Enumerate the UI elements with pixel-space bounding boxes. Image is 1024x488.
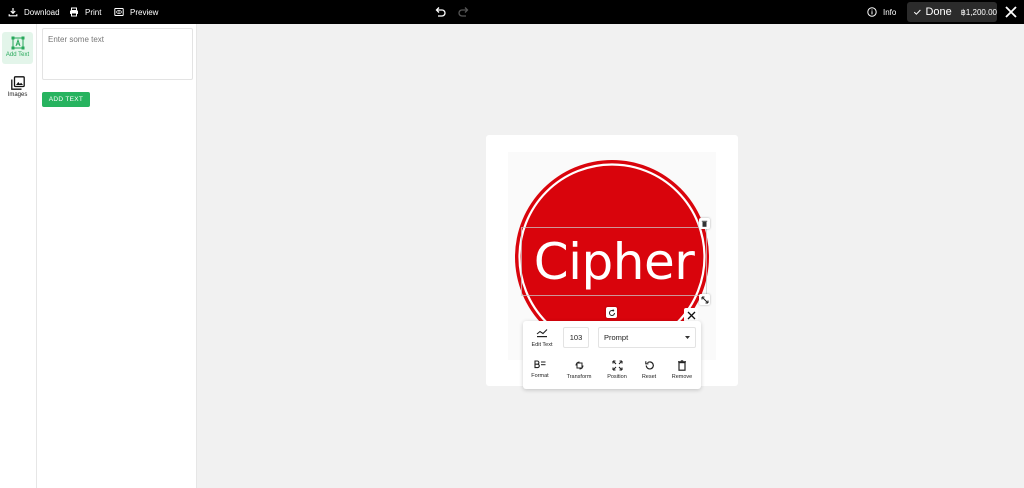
- print-button[interactable]: Print: [69, 0, 101, 24]
- close-icon[interactable]: [1003, 4, 1019, 20]
- font-family-select[interactable]: Prompt: [598, 327, 696, 348]
- remove-button[interactable]: Remove: [669, 360, 695, 380]
- add-text-panel: ADD TEXT: [37, 24, 197, 488]
- info-label: Info: [883, 7, 897, 17]
- download-icon: [8, 8, 18, 17]
- rail-item-images[interactable]: Images: [2, 72, 33, 104]
- text-input[interactable]: [42, 28, 193, 80]
- add-text-icon: [11, 36, 24, 50]
- preview-label: Preview: [130, 7, 159, 17]
- reset-label: Reset: [641, 374, 657, 380]
- remove-label: Remove: [671, 374, 693, 380]
- print-label: Print: [85, 7, 102, 17]
- done-button[interactable]: Done ฿1,200.00: [907, 2, 997, 22]
- transform-label: Transform: [566, 374, 592, 380]
- position-icon: [611, 360, 623, 371]
- format-icon: [534, 360, 546, 369]
- position-button[interactable]: Position: [605, 360, 629, 380]
- rail-item-add-text[interactable]: Add Text: [2, 32, 33, 64]
- position-label: Position: [607, 374, 627, 380]
- trash-icon: [701, 220, 708, 227]
- selection-box[interactable]: [521, 227, 707, 296]
- format-button[interactable]: Format: [529, 360, 551, 379]
- download-label: Download: [24, 7, 60, 17]
- resize-handle[interactable]: [699, 294, 710, 305]
- close-toolbar-button[interactable]: [684, 308, 698, 322]
- text-toolbar: Edit Text 103 Prompt Format Transform Po…: [523, 321, 701, 389]
- add-text-button[interactable]: ADD TEXT: [42, 92, 90, 107]
- transform-icon: [575, 361, 583, 370]
- delete-handle[interactable]: [699, 218, 710, 229]
- font-family-value: Prompt: [604, 333, 629, 342]
- info-icon: [867, 7, 877, 17]
- rail-label-add-text: Add Text: [5, 52, 30, 58]
- transform-button[interactable]: Transform: [564, 360, 594, 380]
- printer-icon: [70, 7, 78, 17]
- download-button[interactable]: Download: [8, 0, 60, 24]
- format-label: Format: [531, 373, 549, 379]
- rotate-icon: [608, 308, 615, 316]
- edit-text-icon: [536, 329, 548, 338]
- close-icon: [687, 311, 695, 319]
- chevron-down-icon: [685, 336, 690, 339]
- images-icon: [10, 76, 25, 90]
- rotate-handle[interactable]: [606, 307, 617, 318]
- resize-icon: [701, 296, 708, 303]
- edit-text-label: Edit Text: [531, 342, 553, 348]
- left-rail: Add Text Images: [0, 24, 37, 488]
- edit-text-button[interactable]: Edit Text: [529, 328, 555, 348]
- preview-button[interactable]: Preview: [114, 0, 158, 24]
- info-button[interactable]: Info: [867, 0, 896, 24]
- done-label: Done: [925, 6, 952, 18]
- preview-icon: [114, 8, 124, 16]
- reset-button[interactable]: Reset: [639, 360, 659, 380]
- undo-icon[interactable]: [433, 5, 447, 19]
- total-price: ฿1,200.00: [960, 7, 997, 17]
- font-size-input[interactable]: 103: [563, 327, 589, 348]
- redo-icon[interactable]: [457, 5, 471, 19]
- top-bar: Download Print Preview Info Done ฿1,200.…: [0, 0, 1024, 24]
- reset-icon: [644, 361, 654, 370]
- trash-icon: [678, 360, 686, 371]
- check-icon: [913, 9, 921, 15]
- rail-label-images: Images: [7, 92, 28, 98]
